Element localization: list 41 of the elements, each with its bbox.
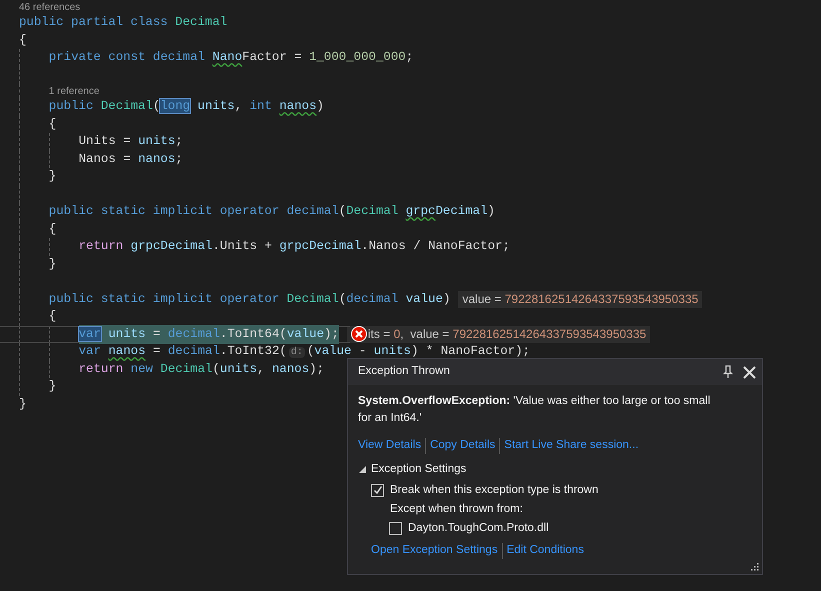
popup-link[interactable]: Edit Conditions bbox=[506, 542, 584, 560]
code-line: var nanos = decimal.ToInt32( d: (value - units) * NanoFactor); bbox=[78, 343, 530, 360]
code-line: private const decimal NanoFactor = 1_000_000_000; bbox=[48, 49, 414, 66]
code-line: return grpcDecimal.Units + grpcDecimal.Nanos / NanoFactor; bbox=[78, 238, 510, 256]
code-line: } bbox=[48, 256, 56, 273]
resize-grip-icon[interactable] bbox=[749, 560, 759, 570]
code-line: public static implicit operator decimal(Decimal grpcDecimal) bbox=[48, 203, 495, 220]
error-icon bbox=[350, 326, 367, 342]
checkbox[interactable] bbox=[389, 522, 402, 536]
code-line: { bbox=[19, 32, 26, 49]
checkmark-icon bbox=[372, 485, 382, 496]
code-line: { bbox=[48, 220, 56, 238]
code-line: public static implicit operator Decimal(decimal value) bbox=[48, 290, 450, 308]
code-line: public partial class Decimal bbox=[19, 14, 228, 32]
module-label: Dayton.ToughCom.Proto.dll bbox=[408, 521, 549, 536]
popup-link[interactable]: Start Live Share session... bbox=[504, 437, 639, 454]
code-line: return new Decimal(units, nanos); bbox=[78, 360, 324, 378]
popup-link[interactable]: Open Exception Settings bbox=[371, 542, 498, 560]
code-line: public Decimal(long units, int nanos) bbox=[48, 98, 324, 116]
code-lens[interactable]: 46 references bbox=[19, 0, 80, 14]
popup-link[interactable]: Copy Details bbox=[430, 437, 496, 454]
code-line: { bbox=[48, 116, 56, 133]
except-label: Except when thrown from: bbox=[389, 502, 524, 517]
triangle-icon bbox=[358, 465, 367, 474]
code-line: { bbox=[48, 308, 56, 326]
close-icon[interactable] bbox=[743, 366, 756, 378]
popup-link[interactable]: View Details bbox=[358, 437, 422, 454]
exception-message: System.OverflowException: 'Value was either too large or too small for an Int64.' bbox=[358, 394, 712, 426]
expander-toggle[interactable]: Exception Settings bbox=[358, 461, 466, 478]
data-tip[interactable]: its = 0, value = 79228162514264337593543950335 bbox=[346, 326, 650, 343]
option-label: Break when this exception type is thrown bbox=[390, 482, 598, 498]
code-line: } bbox=[48, 378, 56, 396]
code-line: } bbox=[48, 168, 56, 186]
popup-title: Exception Thrown bbox=[358, 364, 451, 380]
data-tip[interactable]: value = 79228162514264337593543950335 bbox=[458, 290, 702, 308]
code-line: } bbox=[19, 396, 26, 413]
code-line: Units = units; bbox=[78, 133, 183, 150]
checkbox[interactable] bbox=[371, 484, 384, 497]
pin-icon[interactable] bbox=[723, 365, 733, 379]
code-line: Nanos = nanos; bbox=[78, 150, 183, 168]
code-lens[interactable]: 1 reference bbox=[48, 84, 100, 98]
